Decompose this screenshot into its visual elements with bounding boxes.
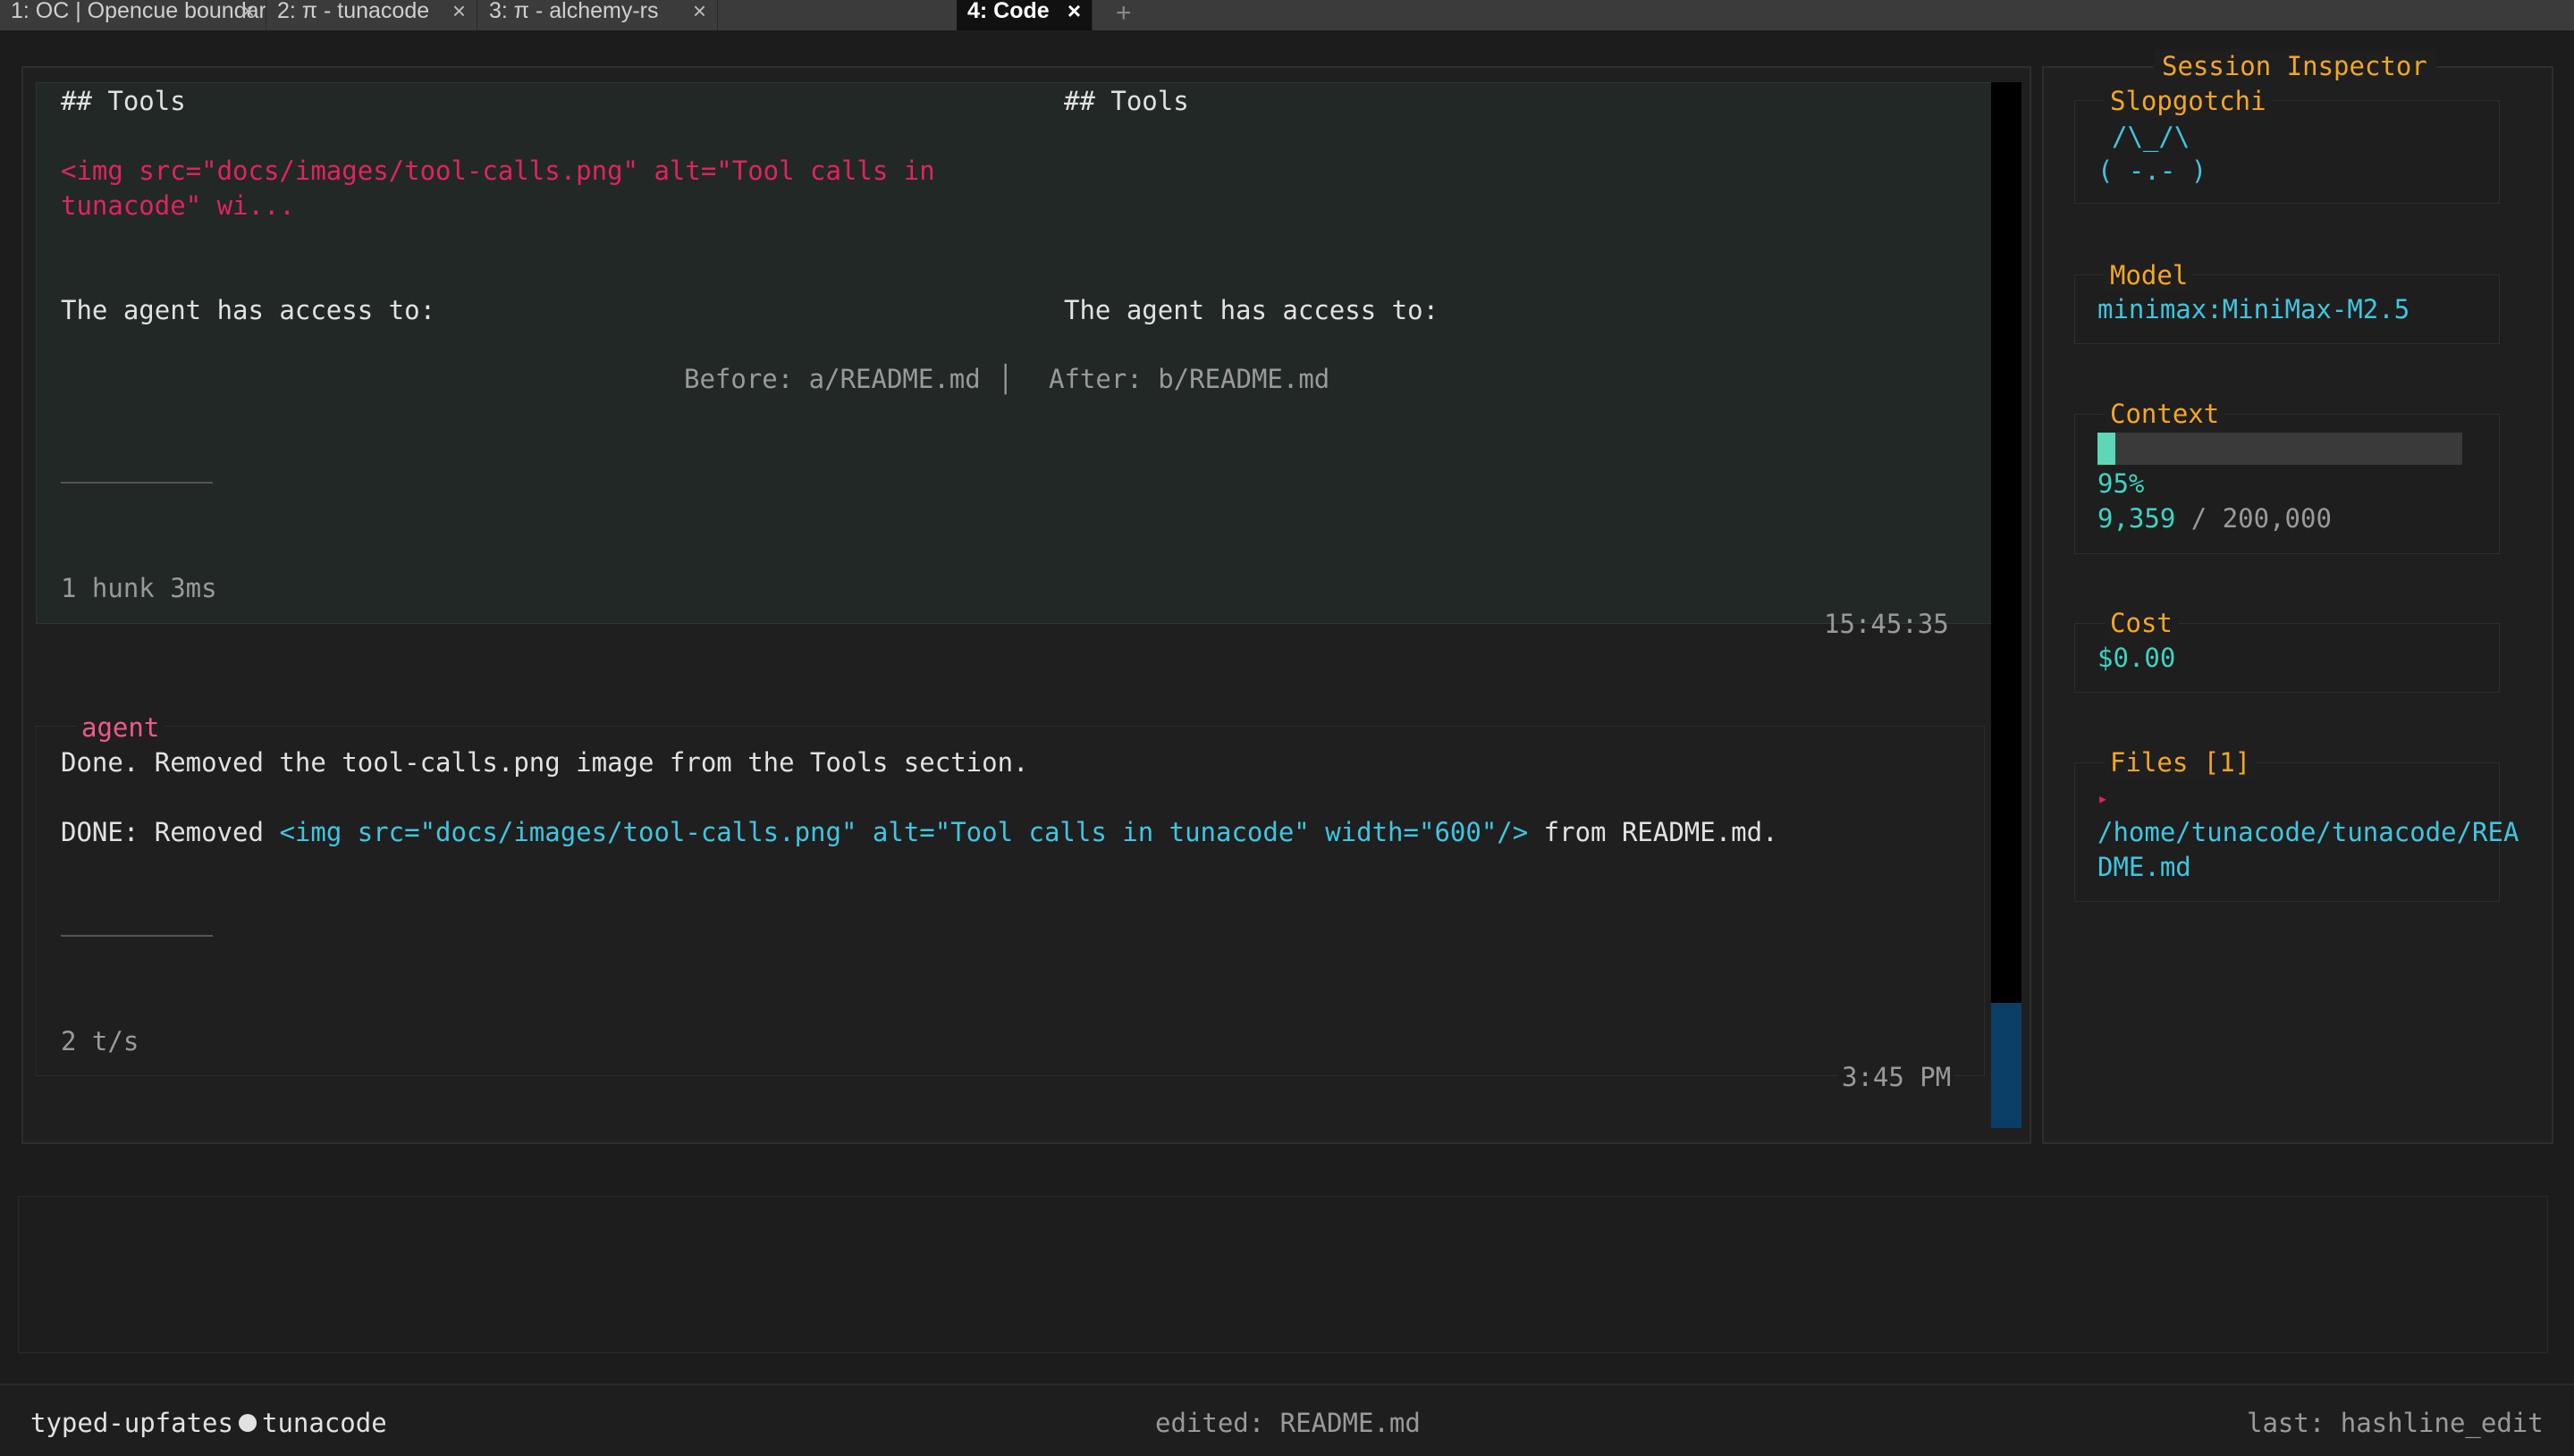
diff-before-file: Before: a/README.md <box>684 364 981 394</box>
session-inspector <box>2042 66 2553 1144</box>
status-dot-icon <box>238 1414 257 1432</box>
agent-message-line-2-suffix: from README.md. <box>1528 817 1778 847</box>
diff-right-heading: ## Tools <box>1064 86 1189 116</box>
context-tokens: 9,359 / 200,000 <box>2097 501 2332 535</box>
status-last-tool: last: hashline_edit <box>2247 1408 2544 1438</box>
status-branch: typed-upfates <box>30 1408 233 1438</box>
prompt-input[interactable] <box>18 1196 2548 1353</box>
conversation-scrollbar[interactable] <box>1991 82 2021 1128</box>
diff-removed-line-1: <img src="docs/images/tool-calls.png" al… <box>61 156 935 186</box>
context-label: Context <box>2105 397 2225 431</box>
agent-token-rate: 2 t/s <box>61 1026 139 1056</box>
tab-1-close-icon[interactable]: × <box>241 0 255 22</box>
status-project: tunacode <box>261 1408 387 1438</box>
message-divider <box>61 935 213 937</box>
diff-timestamp: 15:45:35 <box>1824 609 1949 639</box>
diff-divider <box>61 482 213 484</box>
diff-removed-line-2: tunacode" wi... <box>61 190 295 221</box>
inspector-title: Session Inspector <box>2153 49 2436 83</box>
tab-3-label: 3: π - alchemy-rs <box>489 0 659 23</box>
agent-message-line-1: Done. Removed the tool-calls.png image f… <box>61 747 1029 778</box>
tab-3[interactable]: 3: π - alchemy-rs × <box>478 0 718 30</box>
context-usage-fill <box>2097 433 2115 465</box>
files-label: Files [1] <box>2105 745 2257 779</box>
file-marker-icon: ▸ <box>2097 787 2109 809</box>
diff-after-file: After: b/README.md <box>1049 364 1330 394</box>
file-path-line-2[interactable]: DME.md <box>2097 850 2191 884</box>
tab-1-label: 1: OC | Opencue boundary map cleanup e <box>11 0 266 23</box>
context-token-separator: / <box>2175 503 2223 534</box>
cost-value: $0.00 <box>2097 643 2176 673</box>
tab-2[interactable]: 2: π - tunacode × <box>266 0 477 30</box>
diff-file-separator: │ <box>998 364 1014 394</box>
tab-4-label: 4: Code <box>967 0 1050 23</box>
tab-4[interactable]: 4: Code × <box>957 0 1093 30</box>
context-usage-bar <box>2097 433 2462 465</box>
diff-meta: 1 hunk 3ms <box>61 573 217 603</box>
agent-message-code: <img src="docs/images/tool-calls.png" al… <box>279 817 1529 847</box>
context-percent: 95% <box>2097 468 2145 499</box>
diff-left-heading: ## Tools <box>61 86 186 116</box>
new-tab-icon[interactable]: + <box>1116 0 1132 29</box>
model-value: minimax:MiniMax-M2.5 <box>2097 294 2410 324</box>
diff-left-access: The agent has access to: <box>61 295 436 325</box>
slopgotchi-art-top: /\_/\ <box>2112 122 2190 152</box>
slopgotchi-art-face: ( -.- ) <box>2097 156 2207 186</box>
slopgotchi-label: Slopgotchi <box>2105 84 2272 118</box>
context-used-tokens: 9,359 <box>2097 503 2176 534</box>
agent-message-line-2-prefix: DONE: Removed <box>61 817 280 847</box>
tab-bar: 1: OC | Opencue boundary map cleanup e ×… <box>0 0 2574 30</box>
tab-2-close-icon[interactable]: × <box>452 0 466 22</box>
context-total-tokens: 200,000 <box>2222 503 2332 534</box>
tab-1[interactable]: 1: OC | Opencue boundary map cleanup e × <box>0 0 266 30</box>
agent-role-label: agent <box>76 711 165 745</box>
agent-message-timestamp: 3:45 PM <box>1838 1060 1955 1094</box>
status-left: typed-upfates tunacode <box>30 1406 387 1440</box>
diff-right-access: The agent has access to: <box>1064 295 1439 325</box>
tab-2-label: 2: π - tunacode <box>277 0 430 23</box>
tab-3-close-icon[interactable]: × <box>693 0 706 22</box>
agent-message-line-2: DONE: Removed <img src="docs/images/tool… <box>61 815 1778 849</box>
file-path-line-1[interactable]: /home/tunacode/tunacode/REA <box>2097 815 2519 849</box>
tab-4-close-icon[interactable]: × <box>1068 0 1081 22</box>
model-label: Model <box>2105 258 2194 292</box>
cost-label: Cost <box>2105 606 2178 640</box>
status-edited: edited: README.md <box>1155 1408 1421 1438</box>
conversation-scrollbar-thumb[interactable] <box>1991 1003 2021 1128</box>
